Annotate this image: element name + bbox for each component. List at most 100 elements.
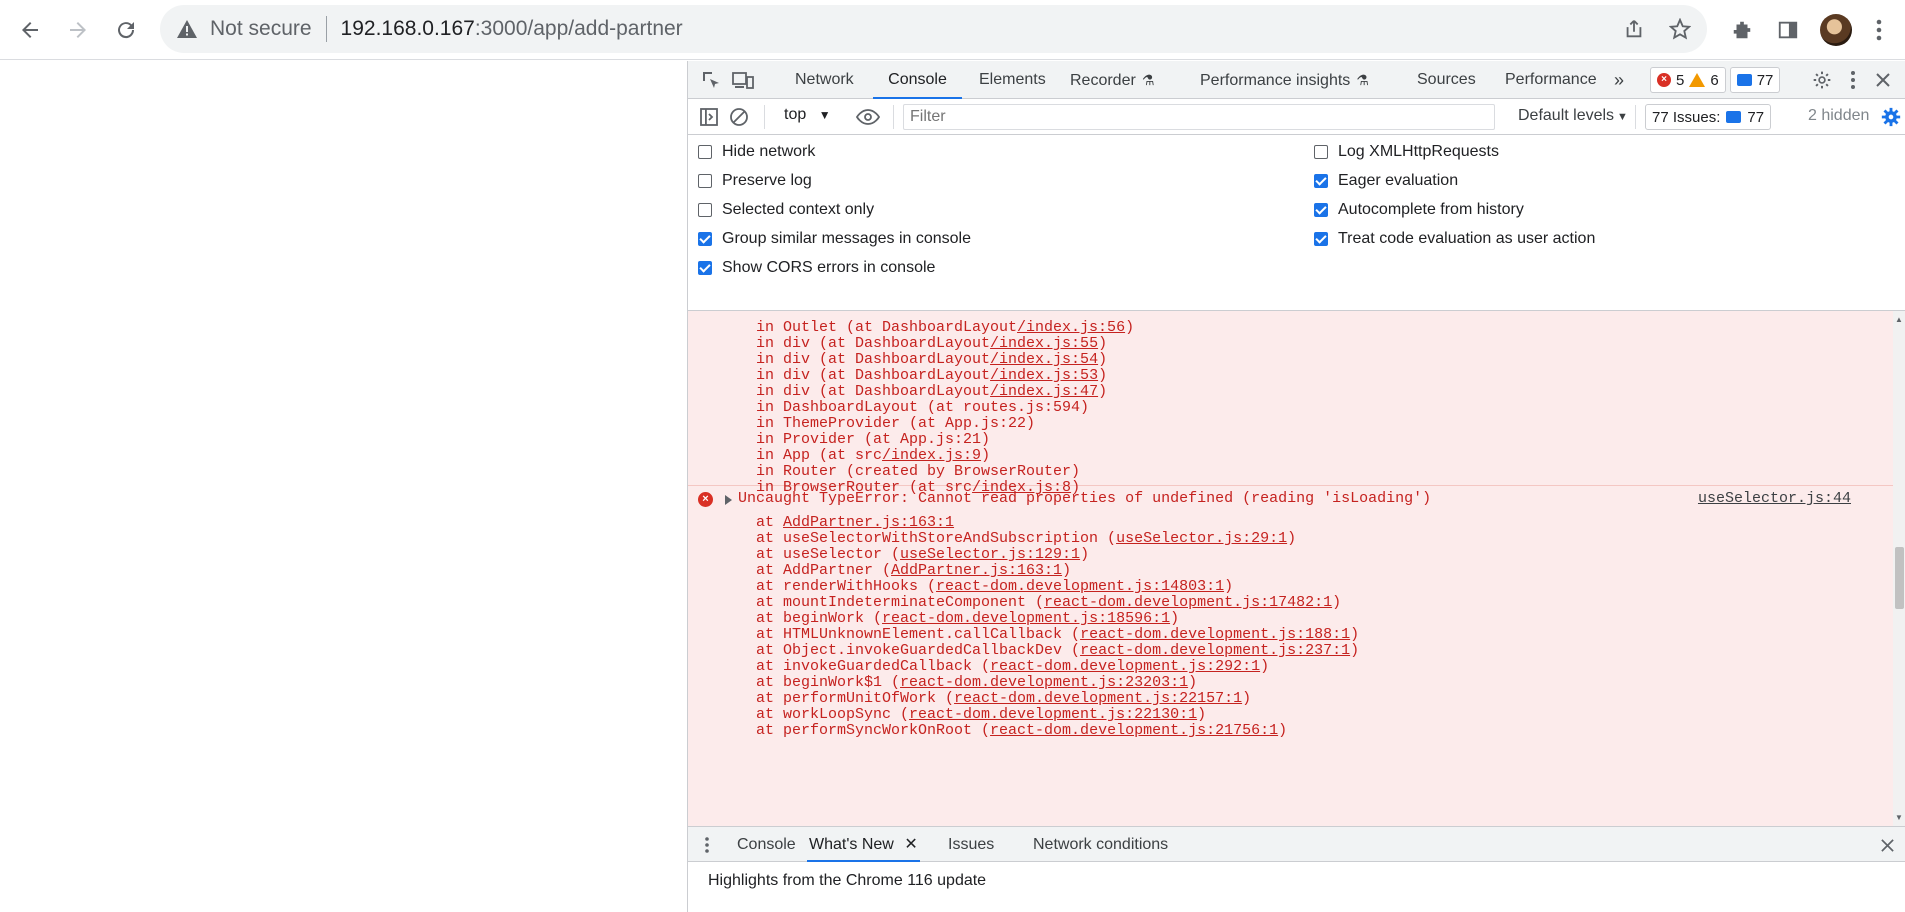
checkbox-icon[interactable] — [698, 203, 712, 217]
tab-performance[interactable]: Performance — [1505, 61, 1597, 99]
setting-checkbox[interactable]: Preserve log — [698, 172, 812, 190]
error-icon: × — [1657, 73, 1671, 87]
source-link[interactable]: AddPartner.js:163:1 — [783, 514, 954, 531]
error-counter[interactable]: × 5 6 — [1650, 67, 1726, 93]
source-link[interactable]: /index.js:53 — [990, 367, 1098, 384]
drawer-tab-whats-new[interactable]: What's New ✕ — [807, 827, 920, 862]
live-expression-eye-icon[interactable] — [855, 104, 881, 130]
source-link[interactable]: react-dom.development.js:14803:1 — [936, 578, 1224, 595]
tab-recorder[interactable]: Recorder ⚗ — [1070, 61, 1154, 99]
stack-text: ) — [1242, 690, 1252, 707]
stack-text: ) — [1098, 351, 1108, 368]
checkbox-icon[interactable] — [1314, 145, 1328, 159]
device-toolbar-icon[interactable] — [730, 67, 756, 93]
drawer-menu-icon[interactable] — [694, 832, 720, 858]
tab-console[interactable]: Console — [873, 61, 962, 99]
source-link[interactable]: react-dom.development.js:292:1 — [990, 658, 1260, 675]
message-counters[interactable]: × 5 6 77 — [1650, 67, 1781, 93]
checkbox-icon[interactable] — [1314, 174, 1328, 188]
side-panel-icon[interactable] — [1770, 12, 1806, 48]
close-devtools-icon[interactable] — [1870, 67, 1896, 93]
source-link[interactable]: react-dom.development.js:188:1 — [1080, 626, 1350, 643]
source-link[interactable]: react-dom.development.js:22157:1 — [954, 690, 1242, 707]
console-settings-gear-icon[interactable] — [1878, 104, 1904, 130]
drawer-tab-console[interactable]: Console — [737, 827, 796, 862]
source-link[interactable]: /index.js:9 — [882, 447, 981, 464]
checkbox-icon[interactable] — [1314, 232, 1328, 246]
devtools-menu-icon[interactable] — [1840, 67, 1866, 93]
stack-line: in div (at DashboardLayout/index.js:53) — [756, 367, 1107, 384]
source-link[interactable]: useSelector.js:129:1 — [900, 546, 1080, 563]
more-tabs-chevron-icon[interactable]: » — [1614, 61, 1624, 99]
checkbox-icon[interactable] — [1314, 203, 1328, 217]
star-icon[interactable] — [1663, 12, 1697, 46]
beaker-icon: ⚗ — [1356, 72, 1369, 88]
url-text[interactable]: 192.168.0.167:3000/app/add-partner — [341, 17, 683, 41]
tab-network[interactable]: Network — [795, 61, 854, 99]
devtools-settings-gear-icon[interactable] — [1809, 67, 1835, 93]
sidebar-toggle-icon[interactable] — [696, 104, 722, 130]
setting-checkbox[interactable]: Autocomplete from history — [1314, 201, 1524, 219]
close-tab-icon[interactable]: ✕ — [904, 836, 917, 853]
checkbox-icon[interactable] — [698, 232, 712, 246]
stack-line: at AddPartner.js:163:1 — [756, 514, 954, 531]
source-link[interactable]: /index.js:54 — [990, 351, 1098, 368]
avatar — [1820, 14, 1852, 46]
setting-checkbox[interactable]: Show CORS errors in console — [698, 259, 935, 277]
source-link[interactable]: /index.js:55 — [990, 335, 1098, 352]
filter-input[interactable] — [903, 104, 1495, 130]
close-drawer-icon[interactable] — [1874, 832, 1900, 858]
expand-triangle-icon[interactable] — [725, 495, 732, 505]
profile-avatar[interactable] — [1818, 12, 1854, 48]
setting-checkbox[interactable]: Hide network — [698, 143, 815, 161]
console-scrollbar[interactable]: ▲ ▼ — [1893, 311, 1905, 826]
issues-button[interactable]: 77 Issues: 77 — [1645, 104, 1772, 130]
source-link[interactable]: /index.js:47 — [990, 383, 1098, 400]
checkbox-icon[interactable] — [698, 145, 712, 159]
setting-label: Eager evaluation — [1338, 172, 1459, 189]
inspect-element-icon[interactable] — [698, 67, 724, 93]
forward-button[interactable] — [60, 12, 96, 48]
checkbox-icon[interactable] — [698, 174, 712, 188]
source-link[interactable]: react-dom.development.js:18596:1 — [882, 610, 1170, 627]
stack-line: in div (at DashboardLayout/index.js:54) — [756, 351, 1107, 368]
error-title[interactable]: Uncaught TypeError: Cannot read properti… — [738, 490, 1431, 507]
info-counter[interactable]: 77 — [1729, 67, 1781, 93]
browser-menu-icon[interactable] — [1864, 12, 1894, 48]
source-link[interactable]: /index.js:56 — [1017, 319, 1125, 336]
scrollbar-thumb[interactable] — [1895, 547, 1904, 609]
clear-console-icon[interactable] — [726, 104, 752, 130]
source-link[interactable]: useSelector.js:29:1 — [1116, 530, 1287, 547]
reload-button[interactable] — [108, 12, 144, 48]
share-icon[interactable] — [1617, 12, 1651, 46]
source-link[interactable]: react-dom.development.js:17482:1 — [1044, 594, 1332, 611]
stack-text: ) — [1224, 578, 1234, 595]
scroll-up-arrow-icon[interactable]: ▲ — [1895, 315, 1903, 324]
setting-checkbox[interactable]: Log XMLHttpRequests — [1314, 143, 1499, 161]
stack-text: ) — [1188, 674, 1198, 691]
setting-checkbox[interactable]: Selected context only — [698, 201, 874, 219]
context-select[interactable]: top ▼ — [784, 106, 831, 124]
source-link[interactable]: AddPartner.js:163:1 — [891, 562, 1062, 579]
extensions-icon[interactable] — [1724, 12, 1760, 48]
checkbox-icon[interactable] — [698, 261, 712, 275]
source-link[interactable]: react-dom.development.js:23203:1 — [900, 674, 1188, 691]
error-source-link[interactable]: useSelector.js:44 — [1698, 490, 1851, 507]
setting-checkbox[interactable]: Group similar messages in console — [698, 230, 971, 248]
scroll-down-arrow-icon[interactable]: ▼ — [1895, 813, 1903, 822]
source-link[interactable]: react-dom.development.js:21756:1 — [990, 722, 1278, 739]
setting-checkbox[interactable]: Treat code evaluation as user action — [1314, 230, 1595, 248]
tab-sources[interactable]: Sources — [1417, 61, 1476, 99]
tab-elements[interactable]: Elements — [979, 61, 1046, 99]
drawer-tab-network-conditions[interactable]: Network conditions — [1033, 827, 1168, 862]
drawer-tab-issues[interactable]: Issues — [948, 827, 994, 862]
source-link[interactable]: react-dom.development.js:237:1 — [1080, 642, 1350, 659]
tab-performance-insights[interactable]: Performance insights ⚗ — [1200, 61, 1369, 99]
default-levels-dropdown[interactable]: Default levels ▼ — [1518, 107, 1628, 125]
hidden-messages-count: 2 hidden — [1808, 107, 1870, 124]
warning-triangle-icon[interactable] — [176, 18, 198, 40]
source-link[interactable]: react-dom.development.js:22130:1 — [909, 706, 1197, 723]
back-button[interactable] — [12, 12, 48, 48]
address-bar[interactable]: Not secure 192.168.0.167:3000/app/add-pa… — [160, 5, 1707, 53]
setting-checkbox[interactable]: Eager evaluation — [1314, 172, 1458, 190]
